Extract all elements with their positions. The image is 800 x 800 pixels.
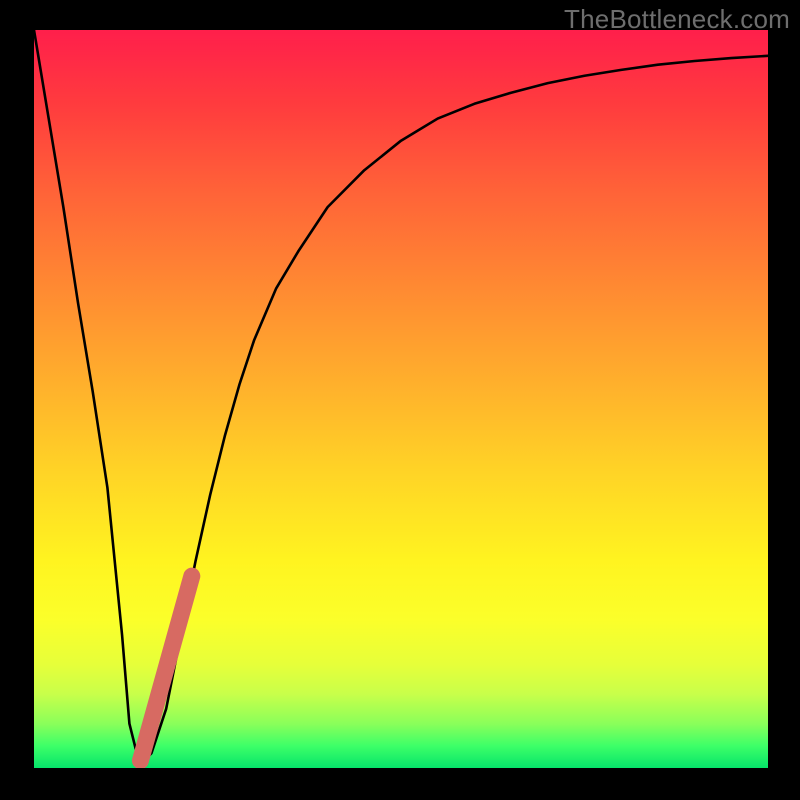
chart-frame: TheBottleneck.com: [0, 0, 800, 800]
curve-layer: [34, 30, 768, 768]
bottleneck-curve: [34, 30, 768, 761]
plot-area: [34, 30, 768, 768]
highlight-marker: [140, 576, 191, 761]
